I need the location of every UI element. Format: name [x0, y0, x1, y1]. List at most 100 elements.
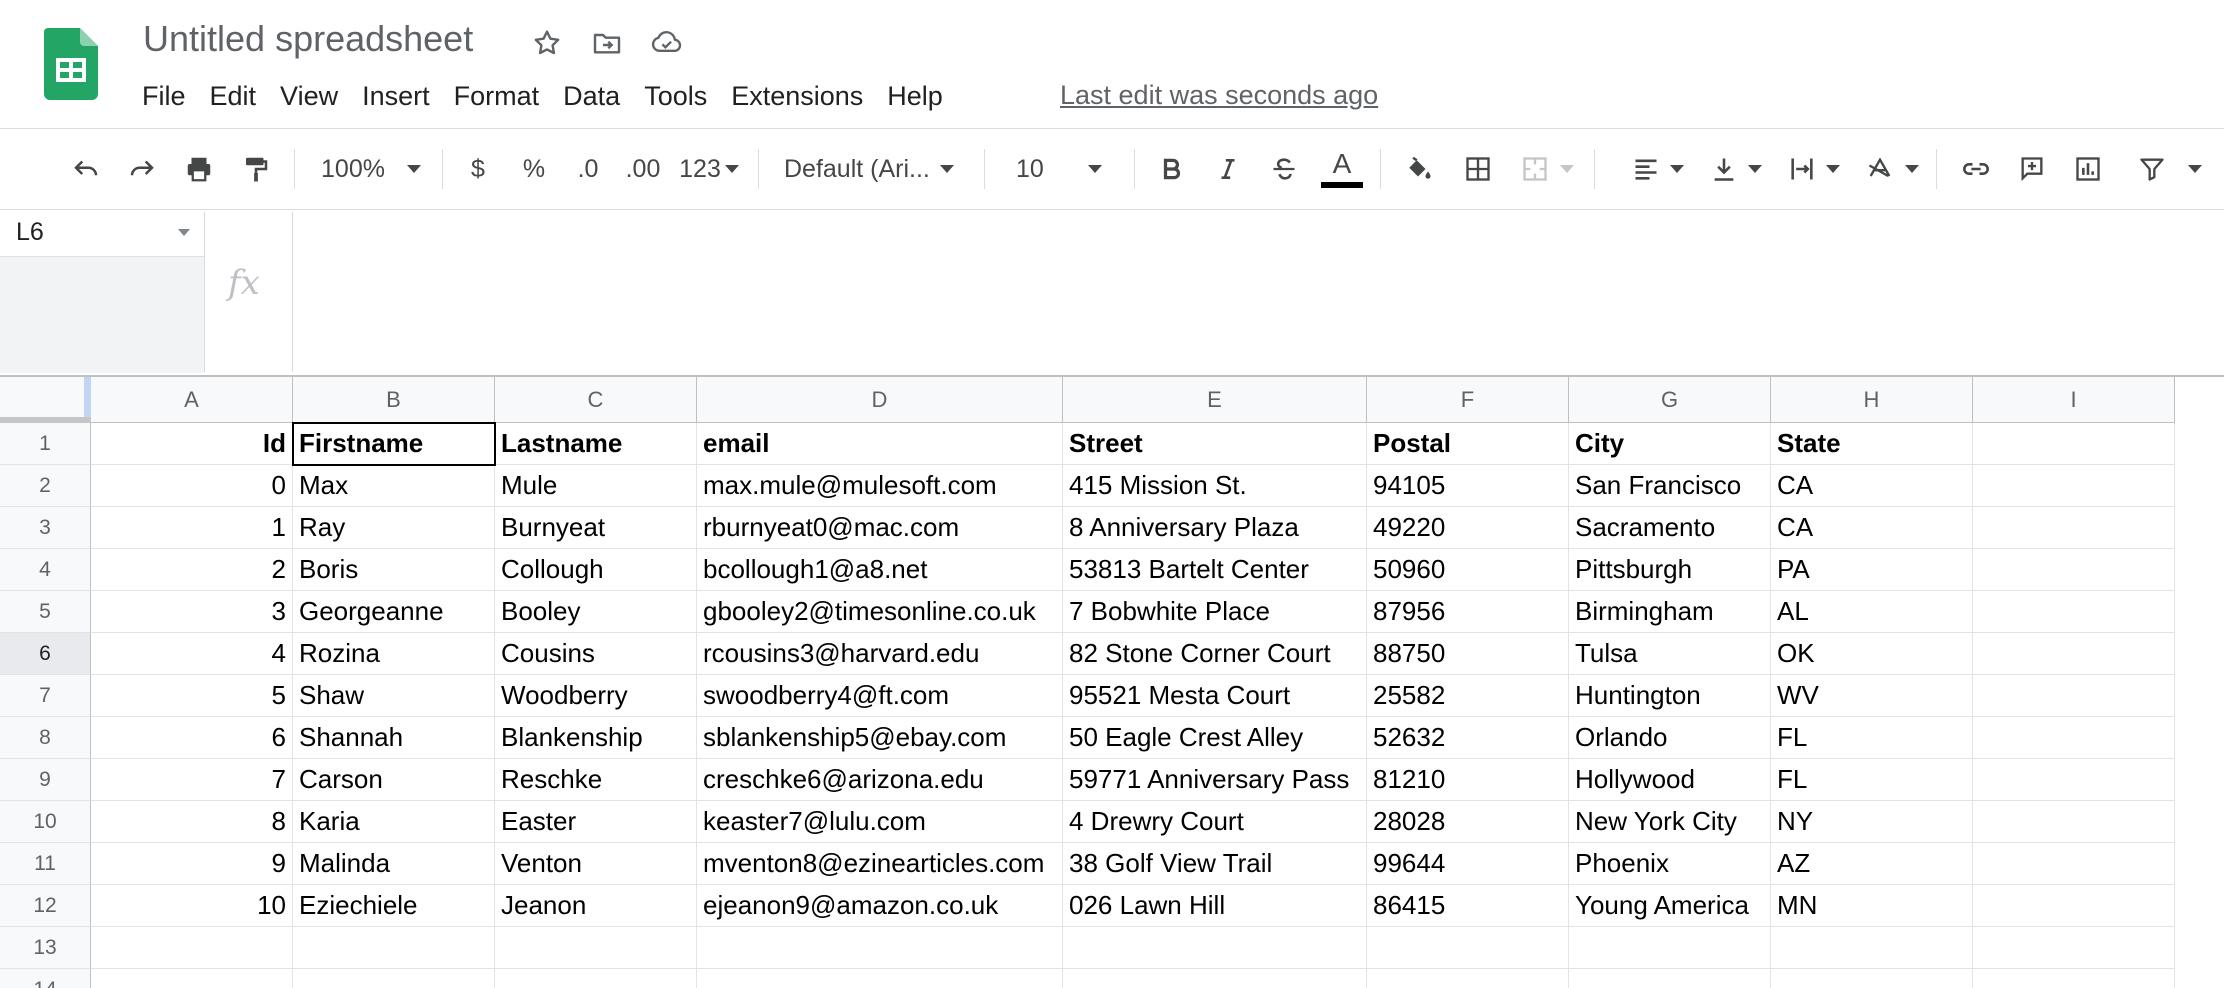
cell-f2[interactable]: 94105: [1367, 465, 1569, 507]
cell-d1[interactable]: email: [697, 423, 1063, 465]
cell-g8[interactable]: Orlando: [1569, 717, 1771, 759]
cell-f3[interactable]: 49220: [1367, 507, 1569, 549]
text-wrapping-icon[interactable]: [1784, 129, 1844, 209]
text-rotation-icon[interactable]: [1862, 129, 1922, 209]
cell-h11[interactable]: AZ: [1771, 843, 1973, 885]
cell-a10[interactable]: 8: [91, 801, 293, 843]
cell-a11[interactable]: 9: [91, 843, 293, 885]
cell-f7[interactable]: 25582: [1367, 675, 1569, 717]
sheets-logo-icon[interactable]: [44, 28, 98, 100]
cell-h2[interactable]: CA: [1771, 465, 1973, 507]
row-header-13[interactable]: 13: [0, 927, 91, 969]
row-header-14[interactable]: 14: [0, 969, 91, 988]
cell-i14[interactable]: [1973, 969, 2175, 988]
cell-c1[interactable]: Lastname: [495, 423, 697, 465]
cell-d8[interactable]: sblankenship5@ebay.com: [697, 717, 1063, 759]
cell-i13[interactable]: [1973, 927, 2175, 969]
fill-color-icon[interactable]: [1396, 129, 1440, 209]
cell-c2[interactable]: Mule: [495, 465, 697, 507]
cell-e11[interactable]: 38 Golf View Trail: [1063, 843, 1367, 885]
cell-b7[interactable]: Shaw: [293, 675, 495, 717]
cell-f10[interactable]: 28028: [1367, 801, 1569, 843]
cell-f9[interactable]: 81210: [1367, 759, 1569, 801]
vertical-align-icon[interactable]: [1706, 129, 1766, 209]
cell-h5[interactable]: AL: [1771, 591, 1973, 633]
cell-e10[interactable]: 4 Drewry Court: [1063, 801, 1367, 843]
cell-i7[interactable]: [1973, 675, 2175, 717]
cell-i1[interactable]: [1973, 423, 2175, 465]
cell-e9[interactable]: 59771 Anniversary Pass: [1063, 759, 1367, 801]
cell-h3[interactable]: CA: [1771, 507, 1973, 549]
cell-b9[interactable]: Carson: [293, 759, 495, 801]
menu-insert[interactable]: Insert: [350, 81, 442, 112]
cell-g1[interactable]: City: [1569, 423, 1771, 465]
cell-i10[interactable]: [1973, 801, 2175, 843]
borders-icon[interactable]: [1456, 129, 1500, 209]
cell-g3[interactable]: Sacramento: [1569, 507, 1771, 549]
insert-chart-icon[interactable]: [2066, 129, 2110, 209]
cell-i4[interactable]: [1973, 549, 2175, 591]
column-header-d[interactable]: D: [697, 377, 1063, 423]
paint-format-icon[interactable]: [234, 129, 278, 209]
cell-d13[interactable]: [697, 927, 1063, 969]
cell-a13[interactable]: [91, 927, 293, 969]
cell-i2[interactable]: [1973, 465, 2175, 507]
cell-i12[interactable]: [1973, 885, 2175, 927]
cell-g10[interactable]: New York City: [1569, 801, 1771, 843]
cell-f14[interactable]: [1367, 969, 1569, 988]
cell-g12[interactable]: Young America: [1569, 885, 1771, 927]
increase-decimal-button[interactable]: .00: [618, 129, 668, 209]
cell-g4[interactable]: Pittsburgh: [1569, 549, 1771, 591]
cell-f6[interactable]: 88750: [1367, 633, 1569, 675]
cell-e1[interactable]: Street: [1063, 423, 1367, 465]
cell-c11[interactable]: Venton: [495, 843, 697, 885]
cell-c9[interactable]: Reschke: [495, 759, 697, 801]
cell-h12[interactable]: MN: [1771, 885, 1973, 927]
star-icon[interactable]: [528, 24, 566, 62]
column-header-e[interactable]: E: [1063, 377, 1367, 423]
formula-input[interactable]: [300, 212, 2200, 372]
cell-a3[interactable]: 1: [91, 507, 293, 549]
horizontal-align-icon[interactable]: [1628, 129, 1688, 209]
column-header-a[interactable]: A: [91, 377, 293, 423]
row-header-4[interactable]: 4: [0, 549, 91, 591]
cell-b2[interactable]: Max: [293, 465, 495, 507]
cell-c10[interactable]: Easter: [495, 801, 697, 843]
cell-h14[interactable]: [1771, 969, 1973, 988]
strikethrough-icon[interactable]: [1262, 129, 1306, 209]
cell-e7[interactable]: 95521 Mesta Court: [1063, 675, 1367, 717]
cell-d7[interactable]: swoodberry4@ft.com: [697, 675, 1063, 717]
cell-d9[interactable]: creschke6@arizona.edu: [697, 759, 1063, 801]
cell-a1[interactable]: Id: [91, 423, 293, 465]
row-header-3[interactable]: 3: [0, 507, 91, 549]
name-box-caret-icon[interactable]: [178, 229, 190, 236]
cell-d11[interactable]: mventon8@ezinearticles.com: [697, 843, 1063, 885]
cell-c8[interactable]: Blankenship: [495, 717, 697, 759]
cell-h9[interactable]: FL: [1771, 759, 1973, 801]
cell-g9[interactable]: Hollywood: [1569, 759, 1771, 801]
cell-e4[interactable]: 53813 Bartelt Center: [1063, 549, 1367, 591]
cell-b6[interactable]: Rozina: [293, 633, 495, 675]
row-header-6[interactable]: 6: [0, 633, 91, 675]
row-header-7[interactable]: 7: [0, 675, 91, 717]
cell-i8[interactable]: [1973, 717, 2175, 759]
cell-a6[interactable]: 4: [91, 633, 293, 675]
cell-c14[interactable]: [495, 969, 697, 988]
cell-e13[interactable]: [1063, 927, 1367, 969]
cell-d6[interactable]: rcousins3@harvard.edu: [697, 633, 1063, 675]
cell-h6[interactable]: OK: [1771, 633, 1973, 675]
filter-icon[interactable]: [2122, 129, 2218, 209]
column-header-h[interactable]: H: [1771, 377, 1973, 423]
percent-format-button[interactable]: %: [514, 129, 554, 209]
more-formats-button[interactable]: 123: [676, 129, 742, 209]
row-header-12[interactable]: 12: [0, 885, 91, 927]
cell-e8[interactable]: 50 Eagle Crest Alley: [1063, 717, 1367, 759]
column-header-i[interactable]: I: [1973, 377, 2175, 423]
cell-i3[interactable]: [1973, 507, 2175, 549]
cell-g13[interactable]: [1569, 927, 1771, 969]
row-header-1[interactable]: 1: [0, 423, 91, 465]
cell-a2[interactable]: 0: [91, 465, 293, 507]
cell-g2[interactable]: San Francisco: [1569, 465, 1771, 507]
cell-h13[interactable]: [1771, 927, 1973, 969]
cell-d14[interactable]: [697, 969, 1063, 988]
